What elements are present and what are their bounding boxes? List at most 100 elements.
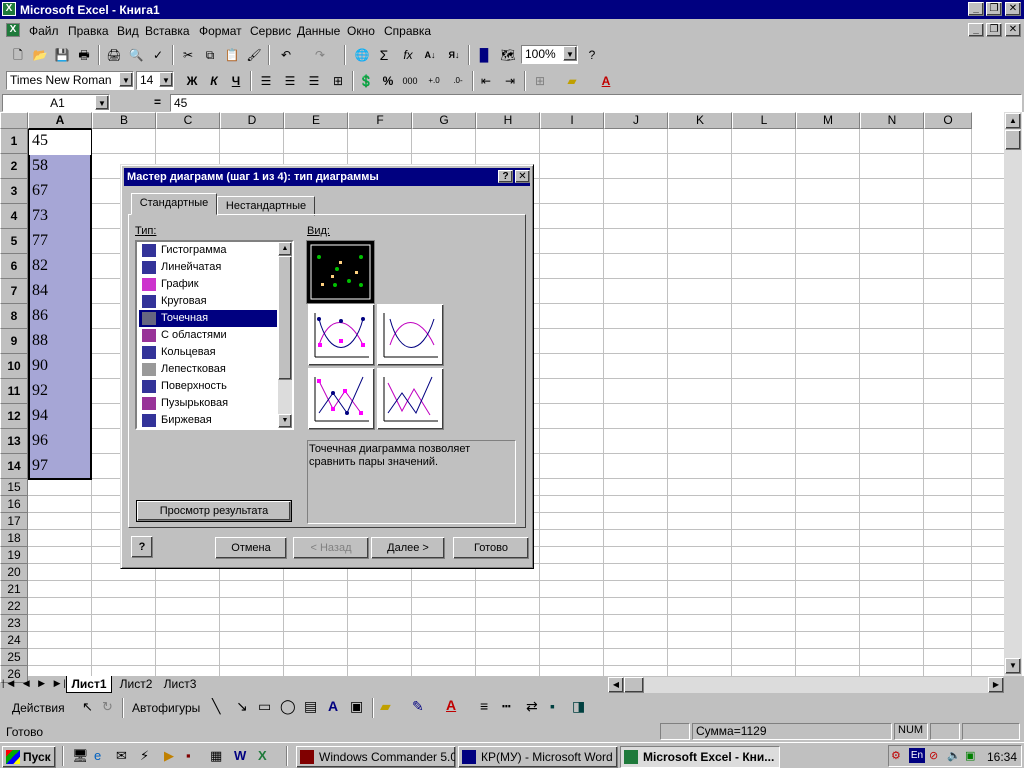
chart-type-2[interactable]: Линейчатая [139,259,277,276]
font-color-icon[interactable]: A [446,697,456,713]
chevron-down-icon[interactable]: ▼ [159,72,173,87]
arrow-style-icon[interactable]: ⇄ [526,698,538,715]
cell-a14[interactable]: 97 [29,454,91,479]
menu-data[interactable]: Данные [297,24,340,38]
chart-type-7[interactable]: Кольцевая [139,344,277,361]
column-header-d[interactable]: D [220,112,284,129]
network-icon[interactable]: ▣ [965,749,975,762]
free-rotate-icon[interactable]: ↻ [102,699,113,715]
font-combo[interactable]: Times New Roman ▼ [6,71,134,90]
restore-button[interactable]: ❐ [986,2,1002,16]
textbox-icon[interactable]: ▤ [304,698,317,715]
subtype-smooth-lines[interactable] [377,304,444,366]
chart-type-list[interactable]: Гистограмма Линейчатая График Круговая Точеч… [135,240,294,430]
finish-button[interactable]: Готово [453,537,529,559]
increase-indent-icon[interactable]: ⇥ [500,71,520,91]
chart-type-9[interactable]: Поверхность [139,378,277,395]
subtype-straight-markers[interactable] [308,368,375,430]
excel-icon[interactable]: X [258,748,267,763]
workbook-icon[interactable]: X [6,23,20,37]
chart-type-3[interactable]: График [139,276,277,293]
sheet-tab-3[interactable]: Лист3 [160,677,200,691]
menu-format[interactable]: Формат [199,24,242,38]
task-windows-commander[interactable]: Windows Commander 5.0 -... [296,746,456,768]
menu-window[interactable]: Окно [347,24,375,38]
column-header-m[interactable]: M [796,112,860,129]
subtype-smooth-markers[interactable] [308,304,375,366]
rectangle-icon[interactable]: ▭ [258,698,271,715]
doc-restore-button[interactable]: ❐ [986,23,1002,37]
actions-menu[interactable]: Действия [12,701,65,715]
row-header-14[interactable]: 14 [0,454,28,479]
dialog-close-button[interactable]: ✕ [515,170,530,183]
borders-icon[interactable]: ⊞ [530,71,550,91]
menu-tools[interactable]: Сервис [250,24,291,38]
line-icon[interactable]: ╲ [212,698,220,715]
print-preview-icon[interactable]: 🖨 [104,45,124,65]
cell-a4[interactable]: 73 [29,204,91,229]
cell-a10[interactable]: 90 [29,354,91,379]
zoom-combo[interactable]: 100% ▼ [521,45,578,64]
print-icon[interactable]: 🖶 [74,45,94,65]
cell-a12[interactable]: 94 [29,404,91,429]
align-right-icon[interactable]: ☰ [304,71,324,91]
chart-type-8[interactable]: Лепестковая [139,361,277,378]
menu-view[interactable]: Вид [117,24,139,38]
word-icon[interactable]: W [234,748,246,763]
row-header-7[interactable]: 7 [0,279,28,304]
chart-type-5[interactable]: Точечная [139,310,277,327]
language-indicator[interactable]: En [909,748,925,763]
select-all-corner[interactable] [0,112,28,129]
arrow-icon[interactable]: ↘ [236,698,248,715]
row-header-18[interactable]: 18 [0,530,28,547]
cell-a5[interactable]: 77 [29,229,91,254]
currency-icon[interactable]: 💲 [356,71,376,91]
row-header-24[interactable]: 24 [0,632,28,649]
column-header-e[interactable]: E [284,112,348,129]
chart-type-1[interactable]: Гистограмма [139,242,277,259]
column-header-j[interactable]: J [604,112,668,129]
column-header-b[interactable]: B [92,112,156,129]
app-icon[interactable]: ▦ [210,748,222,764]
horizontal-scrollbar[interactable]: ◀ ▶ [608,677,1004,693]
sheet-nav-icons[interactable]: |◀ ◀ ▶ ▶| [2,678,69,689]
row-header-1[interactable]: 1 [0,129,28,154]
preview-results-button[interactable]: Просмотр результата [136,500,292,522]
row-header-16[interactable]: 16 [0,496,28,513]
row-header-2[interactable]: 2 [0,154,28,179]
row-header-21[interactable]: 21 [0,581,28,598]
row-header-8[interactable]: 8 [0,304,28,329]
cell-a2[interactable]: 58 [29,154,91,179]
column-header-f[interactable]: F [348,112,412,129]
media-icon[interactable]: ▶ [164,748,174,764]
chart-type-11[interactable]: Биржевая [139,412,277,429]
decrease-decimal-icon[interactable]: .0- [448,71,468,91]
new-icon[interactable]: 🗋 [8,45,28,65]
list-scrollbar[interactable]: ▲ ▼ [278,242,292,428]
cell-a1[interactable]: 45 [29,129,91,154]
cell-a6[interactable]: 82 [29,254,91,279]
percent-button[interactable]: % [378,71,398,91]
scroll-right-icon[interactable]: ▶ [988,677,1004,693]
menu-file[interactable]: Файл [29,24,59,38]
formula-input[interactable]: 45 [170,94,1022,112]
help-icon[interactable]: ? [582,45,602,65]
undo-icon[interactable]: ↶ [276,45,296,65]
volume-icon[interactable]: 🔈 [947,749,961,762]
row-header-19[interactable]: 19 [0,547,28,564]
bold-button[interactable]: Ж [182,71,202,91]
thousands-button[interactable]: 000 [400,71,420,91]
column-header-c[interactable]: C [156,112,220,129]
row-header-9[interactable]: 9 [0,329,28,354]
menu-help[interactable]: Справка [384,24,431,38]
row-header-5[interactable]: 5 [0,229,28,254]
spelling-icon[interactable]: ✓ [148,45,168,65]
hscroll-thumb[interactable] [624,677,644,693]
decrease-indent-icon[interactable]: ⇤ [476,71,496,91]
vertical-scrollbar[interactable]: ▲ ▼ [1004,112,1022,676]
cancel-button[interactable]: Отмена [215,537,287,559]
scroll-up-icon[interactable]: ▲ [278,242,292,256]
column-header-h[interactable]: H [476,112,540,129]
row-header-20[interactable]: 20 [0,564,28,581]
scroll-left-icon[interactable]: ◀ [608,677,624,693]
